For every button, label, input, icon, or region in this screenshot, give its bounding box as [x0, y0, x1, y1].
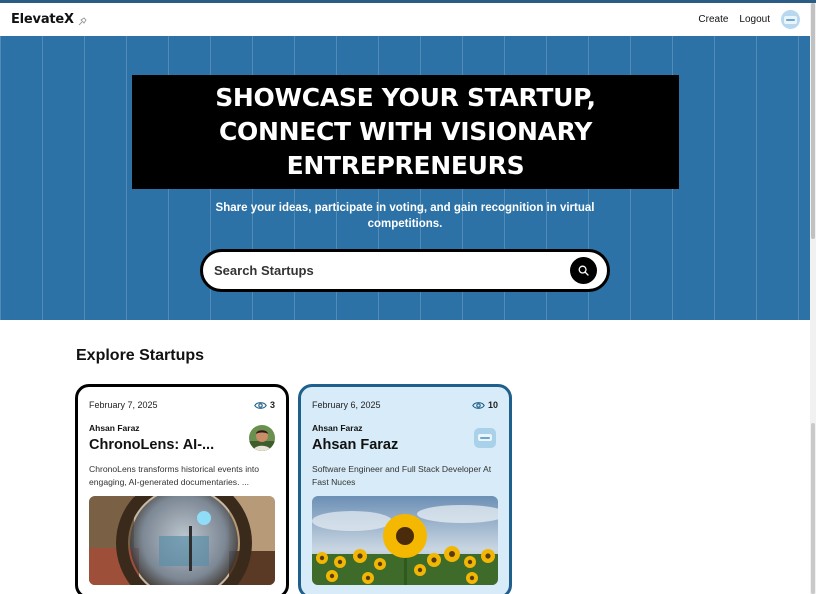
author-avatar-placeholder[interactable]: [472, 425, 498, 451]
card-views: 3: [254, 400, 275, 410]
card-author[interactable]: Ahsan Faraz: [312, 423, 398, 433]
scrollbar-track-segment: [811, 423, 815, 594]
hero-title-box: SHOWCASE YOUR STARTUP, CONNECT WITH VISI…: [132, 75, 679, 189]
card-description: Software Engineer and Full Stack Develop…: [312, 464, 492, 487]
user-avatar[interactable]: [781, 10, 800, 29]
search-input[interactable]: [214, 263, 534, 278]
card-title[interactable]: ChronoLens: AI-...: [89, 437, 214, 453]
sunflower-field-photo[interactable]: [312, 496, 498, 585]
hero-section: SHOWCASE YOUR STARTUP, CONNECT WITH VISI…: [0, 36, 810, 320]
card-date: February 7, 2025: [89, 400, 158, 410]
views-count: 10: [487, 400, 498, 410]
avatar-placeholder-icon: [784, 15, 797, 24]
rocket-icon: [78, 15, 87, 26]
card-author[interactable]: Ahsan Faraz: [89, 423, 214, 433]
card-date: February 6, 2025: [312, 400, 381, 410]
card-views: 10: [472, 400, 498, 410]
page-scrollbar[interactable]: [810, 3, 816, 594]
views-count: 3: [269, 400, 275, 410]
author-avatar[interactable]: [249, 425, 275, 451]
scrollbar-thumb[interactable]: [811, 3, 815, 239]
search-icon: [578, 265, 589, 276]
card-description: ChronoLens transforms historical events …: [89, 464, 260, 487]
hero-title-line: SHOWCASE YOUR STARTUP,: [215, 83, 596, 112]
eye-icon: [472, 401, 485, 409]
top-navbar: ElevateX Create Logout: [0, 3, 810, 36]
hero-title-line: CONNECT WITH VISIONARY: [218, 117, 593, 146]
brand-logo[interactable]: ElevateX: [11, 12, 87, 27]
explore-section-title: Explore Startups: [76, 347, 205, 364]
card-title[interactable]: Ahsan Faraz: [312, 437, 398, 453]
search-button[interactable]: [570, 257, 597, 284]
brand-name: ElevateX: [11, 12, 74, 27]
nav-create-link[interactable]: Create: [698, 14, 728, 25]
startup-card[interactable]: February 7, 2025 3 Ahsan Faraz ChronoLen…: [75, 384, 289, 594]
hero-title: SHOWCASE YOUR STARTUP, CONNECT WITH VISI…: [215, 81, 596, 183]
startup-card-selected[interactable]: February 6, 2025 10 Ahsan Faraz Ahsan Fa…: [298, 384, 512, 594]
hero-title-line: ENTREPRENEURS: [286, 151, 525, 180]
room-through-lens-photo[interactable]: [89, 496, 275, 585]
hero-subtitle: Share your ideas, participate in voting,…: [215, 202, 595, 230]
search-bar: [200, 249, 610, 292]
eye-icon: [254, 401, 267, 409]
nav-logout-link[interactable]: Logout: [739, 14, 770, 25]
